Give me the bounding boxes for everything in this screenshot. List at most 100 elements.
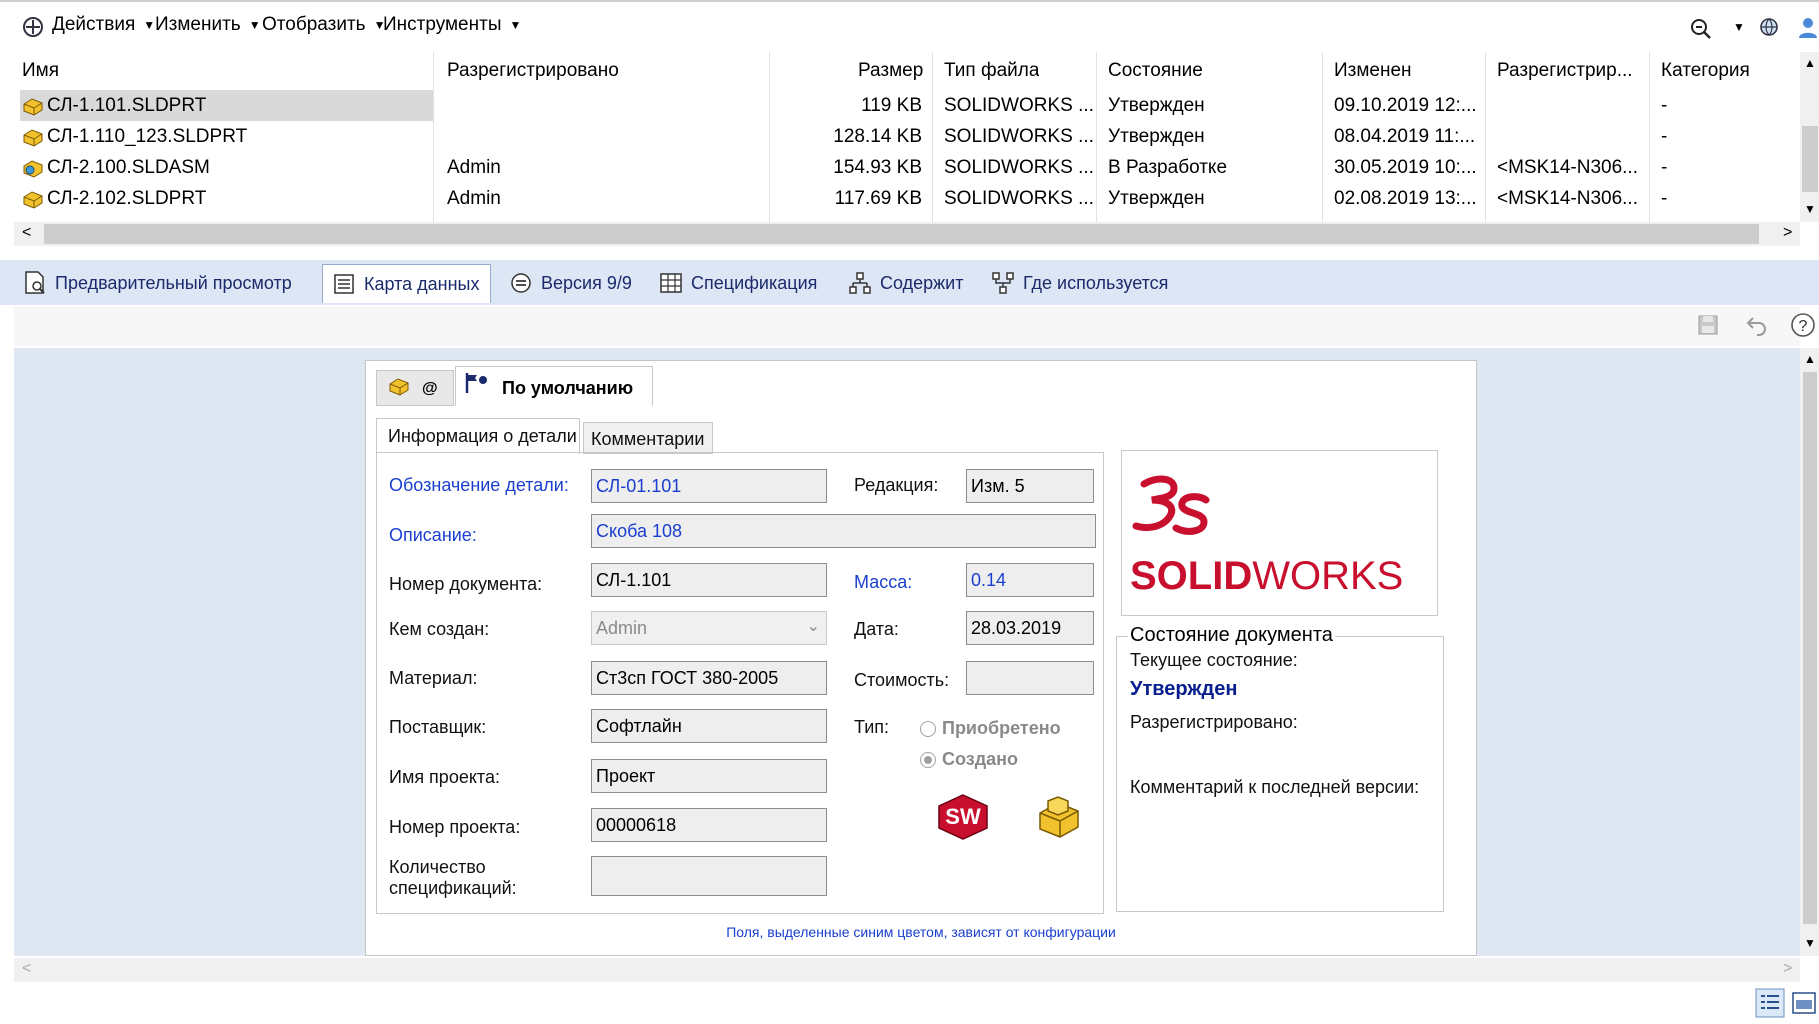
tab-version[interactable]: Версия 9/9 xyxy=(510,264,632,302)
chevron-down-icon[interactable]: ▼ xyxy=(1733,20,1745,34)
mass-field[interactable]: 0.14 xyxy=(966,563,1094,597)
modified-cell: 08.04.2019 11:... xyxy=(1334,126,1476,147)
revision-field[interactable]: Изм. 5 xyxy=(966,469,1094,503)
category-cell: - xyxy=(1661,157,1668,178)
scroll-down-icon[interactable]: ▼ xyxy=(1804,936,1816,950)
part-file-icon xyxy=(23,191,43,209)
type-cell: SOLIDWORKS ... xyxy=(944,95,1094,116)
tab-contains[interactable]: Содержит xyxy=(849,264,963,302)
project-name-field[interactable]: Проект xyxy=(591,759,827,793)
date-field[interactable]: 28.03.2019 xyxy=(966,611,1094,645)
column-header-type[interactable]: Тип файла xyxy=(944,60,1039,82)
tab-bom[interactable]: Спецификация xyxy=(660,264,817,302)
designation-field[interactable]: СЛ-01.101 xyxy=(591,469,827,503)
svg-text:?: ? xyxy=(1799,318,1808,335)
file-name-cell[interactable]: СЛ-1.101.SLDPRT xyxy=(22,95,206,117)
menu-actions[interactable]: Действия ▼ xyxy=(52,14,155,36)
undo-icon[interactable] xyxy=(1745,314,1769,341)
description-label: Описание: xyxy=(389,525,477,545)
material-field[interactable]: Ст3сп ГОСТ 380-2005 xyxy=(591,661,827,695)
category-cell: - xyxy=(1661,95,1668,116)
scrollbar-thumb[interactable] xyxy=(1802,126,1818,192)
tab-data-card[interactable]: Карта данных xyxy=(322,264,491,303)
file-name-cell[interactable]: СЛ-2.102.SLDPRT xyxy=(22,188,206,210)
globe-icon[interactable] xyxy=(1758,16,1782,45)
file-name-cell[interactable]: СЛ-2.100.SLDASM xyxy=(22,157,210,179)
modified-cell: 02.08.2019 13:... xyxy=(1334,188,1477,209)
vault-icon[interactable] xyxy=(22,16,44,38)
checked-out-in-cell: <MSK14-N306... xyxy=(1497,188,1638,209)
file-name: СЛ-1.110_123.SLDPRT xyxy=(47,126,248,147)
config-note: Поля, выделенные синим цветом, зависят о… xyxy=(726,924,1116,940)
tab-label: Карта данных xyxy=(364,273,480,294)
type-cell: SOLIDWORKS ... xyxy=(944,126,1094,147)
table-row[interactable]: СЛ-1.110_123.SLDPRT 128.14 KB SOLIDWORKS… xyxy=(0,121,1800,152)
column-header-checked-out-in[interactable]: Разрегистрир... xyxy=(1497,60,1640,82)
column-header-name[interactable]: Имя xyxy=(22,60,59,82)
horizontal-scrollbar[interactable] xyxy=(14,958,1800,982)
table-row[interactable]: СЛ-2.102.SLDPRT Admin 117.69 KB SOLIDWOR… xyxy=(0,183,1800,214)
scroll-up-icon[interactable]: ▲ xyxy=(1804,56,1816,70)
config-flag-icon xyxy=(464,372,490,399)
column-header-state[interactable]: Состояние xyxy=(1108,60,1203,82)
project-name-label: Имя проекта: xyxy=(389,767,500,787)
scroll-left-icon[interactable]: < xyxy=(22,960,31,978)
details-view-icon[interactable] xyxy=(1755,988,1785,1023)
cost-field[interactable] xyxy=(966,661,1094,695)
file-name: СЛ-2.102.SLDPRT xyxy=(47,188,207,209)
chevron-down-icon: ▼ xyxy=(509,18,522,32)
user-icon[interactable] xyxy=(1798,16,1818,45)
part-icon xyxy=(1036,795,1082,846)
help-icon[interactable]: ? xyxy=(1790,312,1816,343)
scroll-left-icon[interactable]: < xyxy=(22,224,31,242)
description-field[interactable]: Скоба 108 xyxy=(591,514,1096,548)
scroll-down-icon[interactable]: ▼ xyxy=(1804,202,1816,216)
tab-label: Предварительный просмотр xyxy=(55,272,292,293)
state-cell: Утвержден xyxy=(1108,95,1205,116)
scroll-up-icon[interactable]: ▲ xyxy=(1804,352,1816,366)
file-name-cell[interactable]: СЛ-1.110_123.SLDPRT xyxy=(22,126,247,148)
save-icon[interactable] xyxy=(1697,314,1719,341)
scroll-right-icon[interactable]: > xyxy=(1783,960,1792,978)
project-number-label: Номер проекта: xyxy=(389,817,521,837)
chevron-down-icon: ⌄ xyxy=(806,618,820,635)
column-header-checked-out[interactable]: Разрегистрировано xyxy=(447,60,619,82)
state-cell: Утвержден xyxy=(1108,126,1205,147)
spec-qty-field[interactable] xyxy=(591,856,827,896)
category-cell: - xyxy=(1661,126,1668,147)
table-row[interactable]: СЛ-2.100.SLDASM Admin 154.93 KB SOLIDWOR… xyxy=(0,152,1800,183)
material-label: Материал: xyxy=(389,668,478,688)
supplier-field[interactable]: Софтлайн xyxy=(591,709,827,743)
menu-edit[interactable]: Изменить ▼ xyxy=(155,14,261,36)
type-created-radio[interactable]: Создано xyxy=(920,749,1018,770)
project-number-field[interactable]: 00000618 xyxy=(591,808,827,842)
part-config-icon xyxy=(388,376,410,401)
mass-label: Масса: xyxy=(854,572,913,592)
search-icon[interactable] xyxy=(1690,18,1712,45)
scroll-right-icon[interactable]: > xyxy=(1783,224,1792,242)
3ds-logo-icon xyxy=(1132,470,1212,557)
tab-preview[interactable]: Предварительный просмотр xyxy=(24,264,292,302)
tab-where-used[interactable]: Где используется xyxy=(992,264,1168,302)
menu-tools[interactable]: Инструменты ▼ xyxy=(383,14,521,36)
created-by-select[interactable]: Admin ⌄ xyxy=(591,611,827,645)
spec-qty-label: Количество спецификаций: xyxy=(389,857,517,898)
type-purchased-radio[interactable]: Приобретено xyxy=(920,718,1061,739)
column-header-size[interactable]: Размер xyxy=(858,60,923,82)
menu-display[interactable]: Отобразить ▼ xyxy=(262,14,385,36)
config-tab-label: @ xyxy=(422,380,438,397)
table-row[interactable]: СЛ-1.101.SLDPRT 119 KB SOLIDWORKS ... Ут… xyxy=(0,90,1800,121)
tab-label: Комментарии xyxy=(591,429,705,449)
revision-label: Редакция: xyxy=(854,475,939,495)
radio-circle xyxy=(920,720,936,737)
checked-out-cell: Admin xyxy=(447,157,501,178)
modified-cell: 30.05.2019 10:... xyxy=(1334,157,1477,178)
scrollbar-thumb[interactable] xyxy=(1803,372,1817,924)
doc-number-field[interactable]: СЛ-1.101 xyxy=(591,563,827,597)
preview-pane-icon[interactable] xyxy=(1792,992,1816,1019)
part-file-icon xyxy=(23,129,43,147)
doc-number-label: Номер документа: xyxy=(389,574,543,594)
column-header-modified[interactable]: Изменен xyxy=(1334,60,1412,82)
column-header-category[interactable]: Категория xyxy=(1661,60,1750,82)
scrollbar-thumb[interactable] xyxy=(44,224,1759,244)
